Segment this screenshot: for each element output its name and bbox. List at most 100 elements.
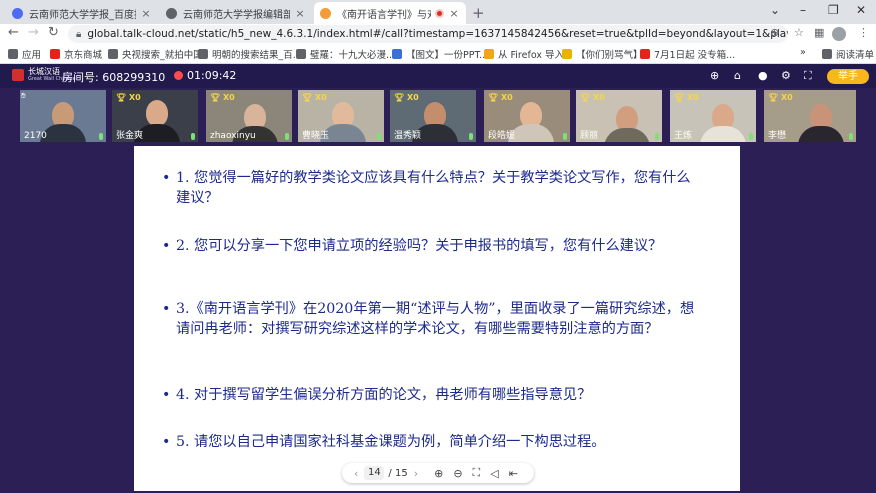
close-tab-icon[interactable]: × — [448, 7, 460, 20]
question-text: 2. 您可以分享一下您申请立项的经验吗？关于申报书的填写，您有什么建议？ — [176, 238, 663, 254]
video-tile[interactable]: ✋︎ 2170 — [20, 90, 106, 142]
bookmark-ming[interactable]: 明朝的搜索结果_百... — [198, 47, 302, 61]
minimize-button[interactable]: – — [800, 3, 806, 17]
bookmark-label: 应用 — [22, 50, 42, 61]
tab-classroom[interactable]: 《南开语言学刊》与对外汉 × — [314, 2, 466, 24]
forward-arrow-icon[interactable]: → — [28, 25, 39, 40]
video-tile[interactable]: 🏆︎ X0 曹晓玉 — [298, 90, 384, 142]
fullscreen-icon[interactable]: ⛶ — [804, 69, 812, 83]
question-text: 5. 请您以自己申请国家社科基金课题为例，简单介绍一下构思过程。 — [176, 434, 606, 450]
jd-icon — [50, 49, 60, 59]
maximize-button[interactable]: ❐ — [828, 3, 839, 17]
extensions-icon[interactable]: ▦ — [814, 26, 824, 39]
participant-name: 温秀颖 — [394, 131, 422, 141]
profile-avatar[interactable] — [832, 27, 846, 41]
more-bookmarks-label: » — [800, 47, 806, 58]
video-tile[interactable]: 🏆︎ X0 顾丽 — [576, 90, 662, 142]
tab-journal-office[interactable]: 云南师范大学学报编辑部 × — [160, 2, 312, 24]
bookmark-apps[interactable]: 应用 — [8, 47, 41, 61]
more-bookmarks-button[interactable]: » — [800, 47, 806, 58]
participant-name: zhaoxinyu — [210, 131, 256, 141]
zoom-icon[interactable]: ⊕ — [770, 26, 779, 39]
mic-icon — [655, 133, 659, 140]
bookmark-star-icon[interactable]: ☆ — [794, 26, 804, 39]
close-tab-icon[interactable]: × — [140, 7, 152, 20]
slide-question-5: • 5. 请您以自己申请国家社科基金课题为例，简单介绍一下构思过程。 — [162, 432, 696, 452]
trophy-count: X0 — [780, 93, 793, 102]
bullet-icon: • — [162, 434, 171, 450]
mic-icon — [191, 133, 195, 140]
recording-icon — [435, 8, 444, 18]
video-tile[interactable]: 🏆︎ X0 温秀颖 — [390, 90, 476, 142]
slide-page: • 1. 您觉得一篇好的教学类论文应该具有什么特点？关于教学类论文写作，您有什么建… — [134, 146, 740, 491]
menu-kebab-icon[interactable]: ⋮ — [858, 26, 869, 39]
bookmark-firefox[interactable]: 从 Firefox 导入 — [484, 47, 564, 61]
globe-favicon-icon — [166, 7, 177, 19]
tab-title: 《南开语言学刊》与对外汉 — [337, 9, 431, 21]
participant-name: 李懋 — [768, 131, 787, 141]
bookmark-cctv[interactable]: 央视搜索_就拍中国 — [108, 47, 203, 61]
folder-icon — [484, 49, 494, 59]
address-bar[interactable]: 🔒︎ global.talk-cloud.net/static/h5_new_4… — [68, 25, 788, 43]
slide-question-3: • 3.《南开语言学刊》在2020年第一期“述评与人物”，里面收录了一篇研究综述，… — [162, 299, 696, 339]
raise-hand-button[interactable]: 举手 — [827, 69, 869, 84]
reading-list-label: 阅读清单 — [836, 50, 875, 61]
next-page-icon[interactable]: › — [414, 467, 418, 480]
trophy-badge: 🏆︎ X0 — [210, 93, 235, 102]
raise-hand-icon: ✋︎ — [21, 91, 26, 100]
question-text: 1. 您觉得一篇好的教学类论文应该具有什么特点？关于教学类论文写作，您有什么建议… — [176, 170, 691, 206]
bookmark-jd[interactable]: 京东商城 — [50, 47, 102, 61]
trophy-badge: 🏆︎ X0 — [394, 93, 419, 102]
trophy-badge: 🏆︎ X0 — [488, 93, 513, 102]
video-tile[interactable]: 🏆︎ X0 段皓媛 — [484, 90, 570, 142]
fullscreen-icon[interactable]: ⛶ — [473, 466, 481, 480]
globe-icon — [198, 49, 208, 59]
mic-icon — [849, 133, 853, 140]
video-tile[interactable]: 🏆︎ X0 张金爽 — [112, 90, 198, 142]
prev-page-icon[interactable]: ‹ — [354, 467, 358, 480]
bookmark-label: 从 Firefox 导入 — [498, 50, 564, 61]
current-page-input[interactable]: 14 — [364, 466, 385, 480]
reload-icon[interactable]: ↻ — [48, 25, 59, 40]
bookmark-july[interactable]: 7月1日起 没专箱... — [640, 47, 735, 61]
trophy-badge: 🏆︎ X0 — [116, 93, 141, 102]
bullet-icon: • — [162, 387, 171, 403]
reading-list[interactable]: 阅读清单 — [822, 47, 874, 61]
bookmark-sick[interactable]: 【你们别骂气】 — [562, 47, 643, 61]
video-tile[interactable]: 🏆︎ X0 李懋 — [764, 90, 856, 142]
close-window-button[interactable]: ✕ — [856, 3, 866, 17]
tab-baidu-search[interactable]: 云南师范大学学报_百度搜索 × — [6, 2, 158, 24]
new-tab-button[interactable]: + — [472, 4, 485, 22]
video-tile[interactable]: 🏆︎ X0 王炼 — [670, 90, 756, 142]
audio-icon[interactable]: ◁ — [490, 467, 498, 480]
slide-stage: • 1. 您觉得一篇好的教学类论文应该具有什么特点？关于教学类论文写作，您有什么建… — [0, 142, 876, 493]
browser-tab-strip: 云南师范大学学报_百度搜索 × 云南师范大学学报编辑部 × 《南开语言学刊》与对… — [0, 0, 876, 24]
globe-icon — [108, 49, 118, 59]
last-page-icon[interactable]: ⇤ — [509, 467, 518, 480]
bullet-icon: • — [162, 170, 171, 186]
tab-search-icon[interactable]: ⌄ — [770, 3, 780, 17]
bookmark-news[interactable]: 璧羅：十九大必漫... — [296, 47, 395, 61]
video-strip: ✋︎ 2170 🏆︎ X0 张金爽 🏆︎ X0 zhaoxinyu 🏆︎ X0 … — [0, 88, 876, 142]
zoom-out-icon[interactable]: ⊖ — [453, 467, 462, 480]
settings-gear-icon[interactable]: ⚙ — [781, 69, 791, 82]
mic-icon — [377, 133, 381, 140]
participant-head — [146, 100, 168, 126]
bullet-icon: • — [162, 238, 171, 254]
chat-icon[interactable]: ● — [758, 69, 768, 82]
add-icon[interactable]: ⊕ — [710, 69, 719, 82]
bullet-icon: • — [162, 301, 171, 317]
back-arrow-icon[interactable]: ← — [8, 25, 19, 40]
video-tile[interactable]: 🏆︎ X0 zhaoxinyu — [206, 90, 292, 142]
globe-icon — [296, 49, 306, 59]
logo-mark-icon — [12, 69, 24, 81]
zoom-in-icon[interactable]: ⊕ — [434, 467, 443, 480]
tab-title: 云南师范大学学报_百度搜索 — [29, 9, 136, 21]
classroom-icon[interactable]: ⌂ — [734, 69, 741, 82]
close-tab-icon[interactable]: × — [294, 7, 306, 20]
bookmark-ppt[interactable]: 【图文】一份PPT... — [392, 47, 488, 61]
participant-name: 2170 — [24, 131, 47, 141]
bookmark-label: 璧羅：十九大必漫... — [310, 50, 396, 61]
slide-question-4: • 4. 对于撰写留学生偏误分析方面的论文，冉老师有哪些指导意见？ — [162, 385, 696, 405]
slide-question-1: • 1. 您觉得一篇好的教学类论文应该具有什么特点？关于教学类论文写作，您有什么建… — [162, 168, 696, 208]
